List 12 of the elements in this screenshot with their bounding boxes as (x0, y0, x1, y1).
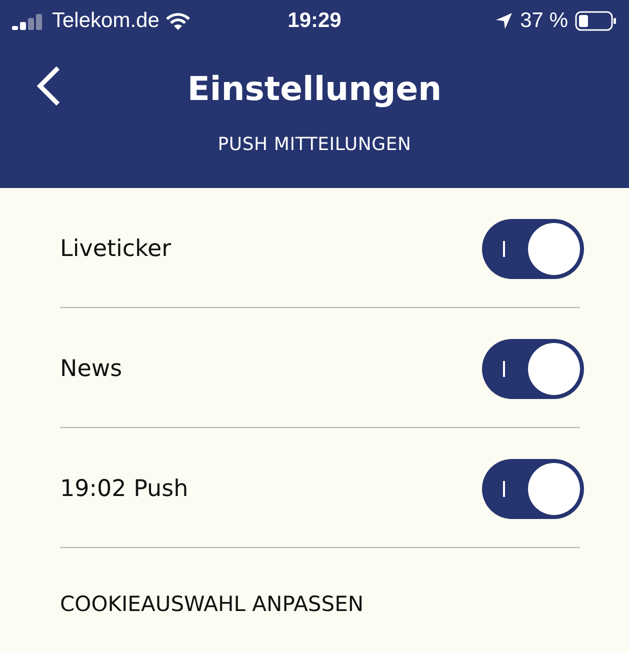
setting-label: Liveticker (60, 236, 172, 262)
cookie-settings-link[interactable]: COOKIEAUSWAHL ANPASSEN (60, 592, 364, 616)
battery-percent: 37 % (520, 9, 568, 33)
page-title: Einstellungen (187, 68, 442, 108)
battery-icon (575, 11, 617, 31)
setting-label: News (60, 356, 122, 382)
section-heading: PUSH MITTEILUNGEN (216, 134, 412, 155)
carrier-name: Telekom.de (52, 9, 160, 33)
location-arrow-icon (495, 12, 514, 30)
wifi-icon (165, 11, 192, 31)
setting-label: 19:02 Push (60, 476, 188, 502)
clock: 19:29 (288, 9, 342, 33)
